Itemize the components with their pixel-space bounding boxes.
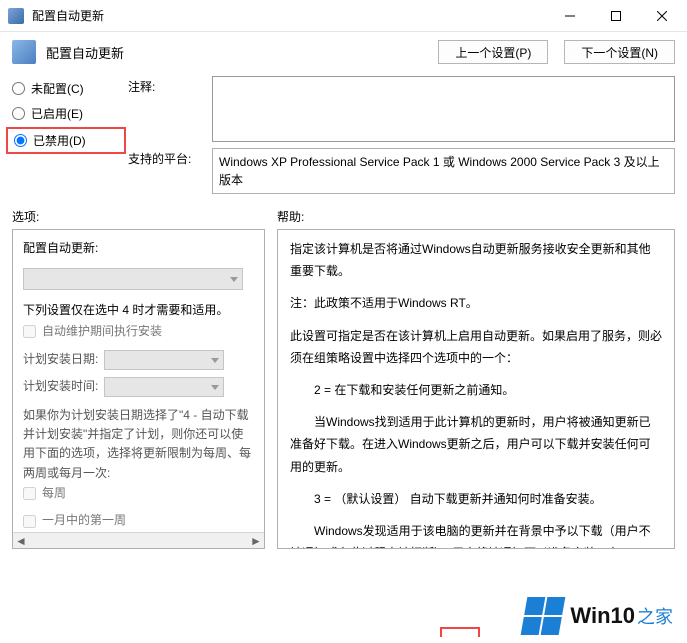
ok-button-highlight — [440, 627, 480, 637]
next-setting-button[interactable]: 下一个设置(N) — [564, 40, 675, 64]
help-p1: 指定该计算机是否将通过Windows自动更新服务接收安全更新和其他重要下载。 — [290, 238, 662, 282]
radio-not-configured[interactable]: 未配置(C) — [12, 80, 120, 97]
watermark-brand: Win10 — [570, 603, 635, 628]
supported-platform-text: Windows XP Professional Service Pack 1 或… — [212, 148, 675, 194]
state-radio-group: 未配置(C) 已启用(E) 已禁用(D) — [12, 76, 120, 194]
radio-enabled-label: 已启用(E) — [31, 105, 83, 122]
radio-disabled-label: 已禁用(D) — [33, 132, 86, 149]
checkbox-auto-maintenance[interactable]: 自动维护期间执行安装 — [23, 321, 254, 343]
help-panel: 指定该计算机是否将通过Windows自动更新服务接收安全更新和其他重要下载。 注… — [277, 229, 675, 549]
scroll-left-icon[interactable]: ◄ — [13, 533, 29, 548]
policy-icon — [12, 40, 36, 64]
options-note: 下列设置仅在选中 4 时才需要和适用。 — [23, 300, 254, 322]
options-title: 配置自动更新: — [23, 238, 254, 260]
watermark-suffix: 之家 — [637, 607, 673, 627]
schedule-time-select[interactable] — [104, 377, 224, 397]
schedule-date-label: 计划安装日期: — [23, 349, 98, 371]
help-header: 帮助: — [277, 208, 675, 225]
help-p4: 2 = 在下载和安装任何更新之前通知。 — [290, 379, 662, 401]
platform-label: 支持的平台: — [128, 148, 204, 194]
scroll-right-icon[interactable]: ► — [248, 533, 264, 548]
help-p6: 3 = （默认设置） 自动下载更新并通知何时准备安装。 — [290, 488, 662, 510]
options-horizontal-scrollbar[interactable]: ◄ ► — [13, 532, 264, 548]
previous-setting-button[interactable]: 上一个设置(P) — [438, 40, 548, 64]
radio-not-configured-label: 未配置(C) — [31, 80, 84, 97]
checkbox-first-week-label: 一月中的第一周 — [42, 510, 126, 532]
comment-label: 注释: — [128, 76, 204, 142]
window-title: 配置自动更新 — [32, 7, 547, 24]
radio-enabled[interactable]: 已启用(E) — [12, 105, 120, 122]
options-header: 选项: — [12, 208, 277, 225]
help-p5: 当Windows找到适用于此计算机的更新时，用户将被通知更新已准备好下载。在进入… — [290, 411, 662, 478]
titlebar: 配置自动更新 — [0, 0, 687, 32]
options-paragraph: 如果你为计划安装日期选择了"4 - 自动下载并计划安装"并指定了计划，则你还可以… — [23, 406, 254, 483]
header-row: 配置自动更新 上一个设置(P) 下一个设置(N) — [0, 32, 687, 72]
checkbox-weekly[interactable]: 每周 — [23, 483, 254, 505]
help-p7: Windows发现适用于该电脑的更新并在背景中予以下载（用户不被通知或在此过程中… — [290, 520, 662, 549]
schedule-date-select[interactable] — [104, 350, 224, 370]
schedule-time-label: 计划安装时间: — [23, 376, 98, 398]
checkbox-weekly-label: 每周 — [42, 483, 66, 505]
page-title: 配置自动更新 — [46, 43, 422, 62]
help-p3: 此设置可指定是否在该计算机上启用自动更新。如果启用了服务，则必须在组策略设置中选… — [290, 325, 662, 369]
checkbox-first-week[interactable]: 一月中的第一周 — [23, 510, 254, 532]
app-icon — [8, 8, 24, 24]
maximize-button[interactable] — [593, 1, 639, 31]
radio-disabled[interactable]: 已禁用(D) — [14, 132, 118, 149]
close-button[interactable] — [639, 1, 685, 31]
comment-textarea[interactable] — [212, 76, 675, 142]
minimize-button[interactable] — [547, 1, 593, 31]
options-panel: 配置自动更新: 下列设置仅在选中 4 时才需要和适用。 自动维护期间执行安装 计… — [12, 229, 265, 549]
windows-logo-icon — [521, 597, 566, 635]
help-p2: 注：此政策不适用于Windows RT。 — [290, 292, 662, 314]
watermark: Win10之家 — [516, 593, 681, 639]
update-mode-select[interactable] — [23, 268, 243, 290]
checkbox-auto-maintenance-label: 自动维护期间执行安装 — [42, 321, 162, 343]
